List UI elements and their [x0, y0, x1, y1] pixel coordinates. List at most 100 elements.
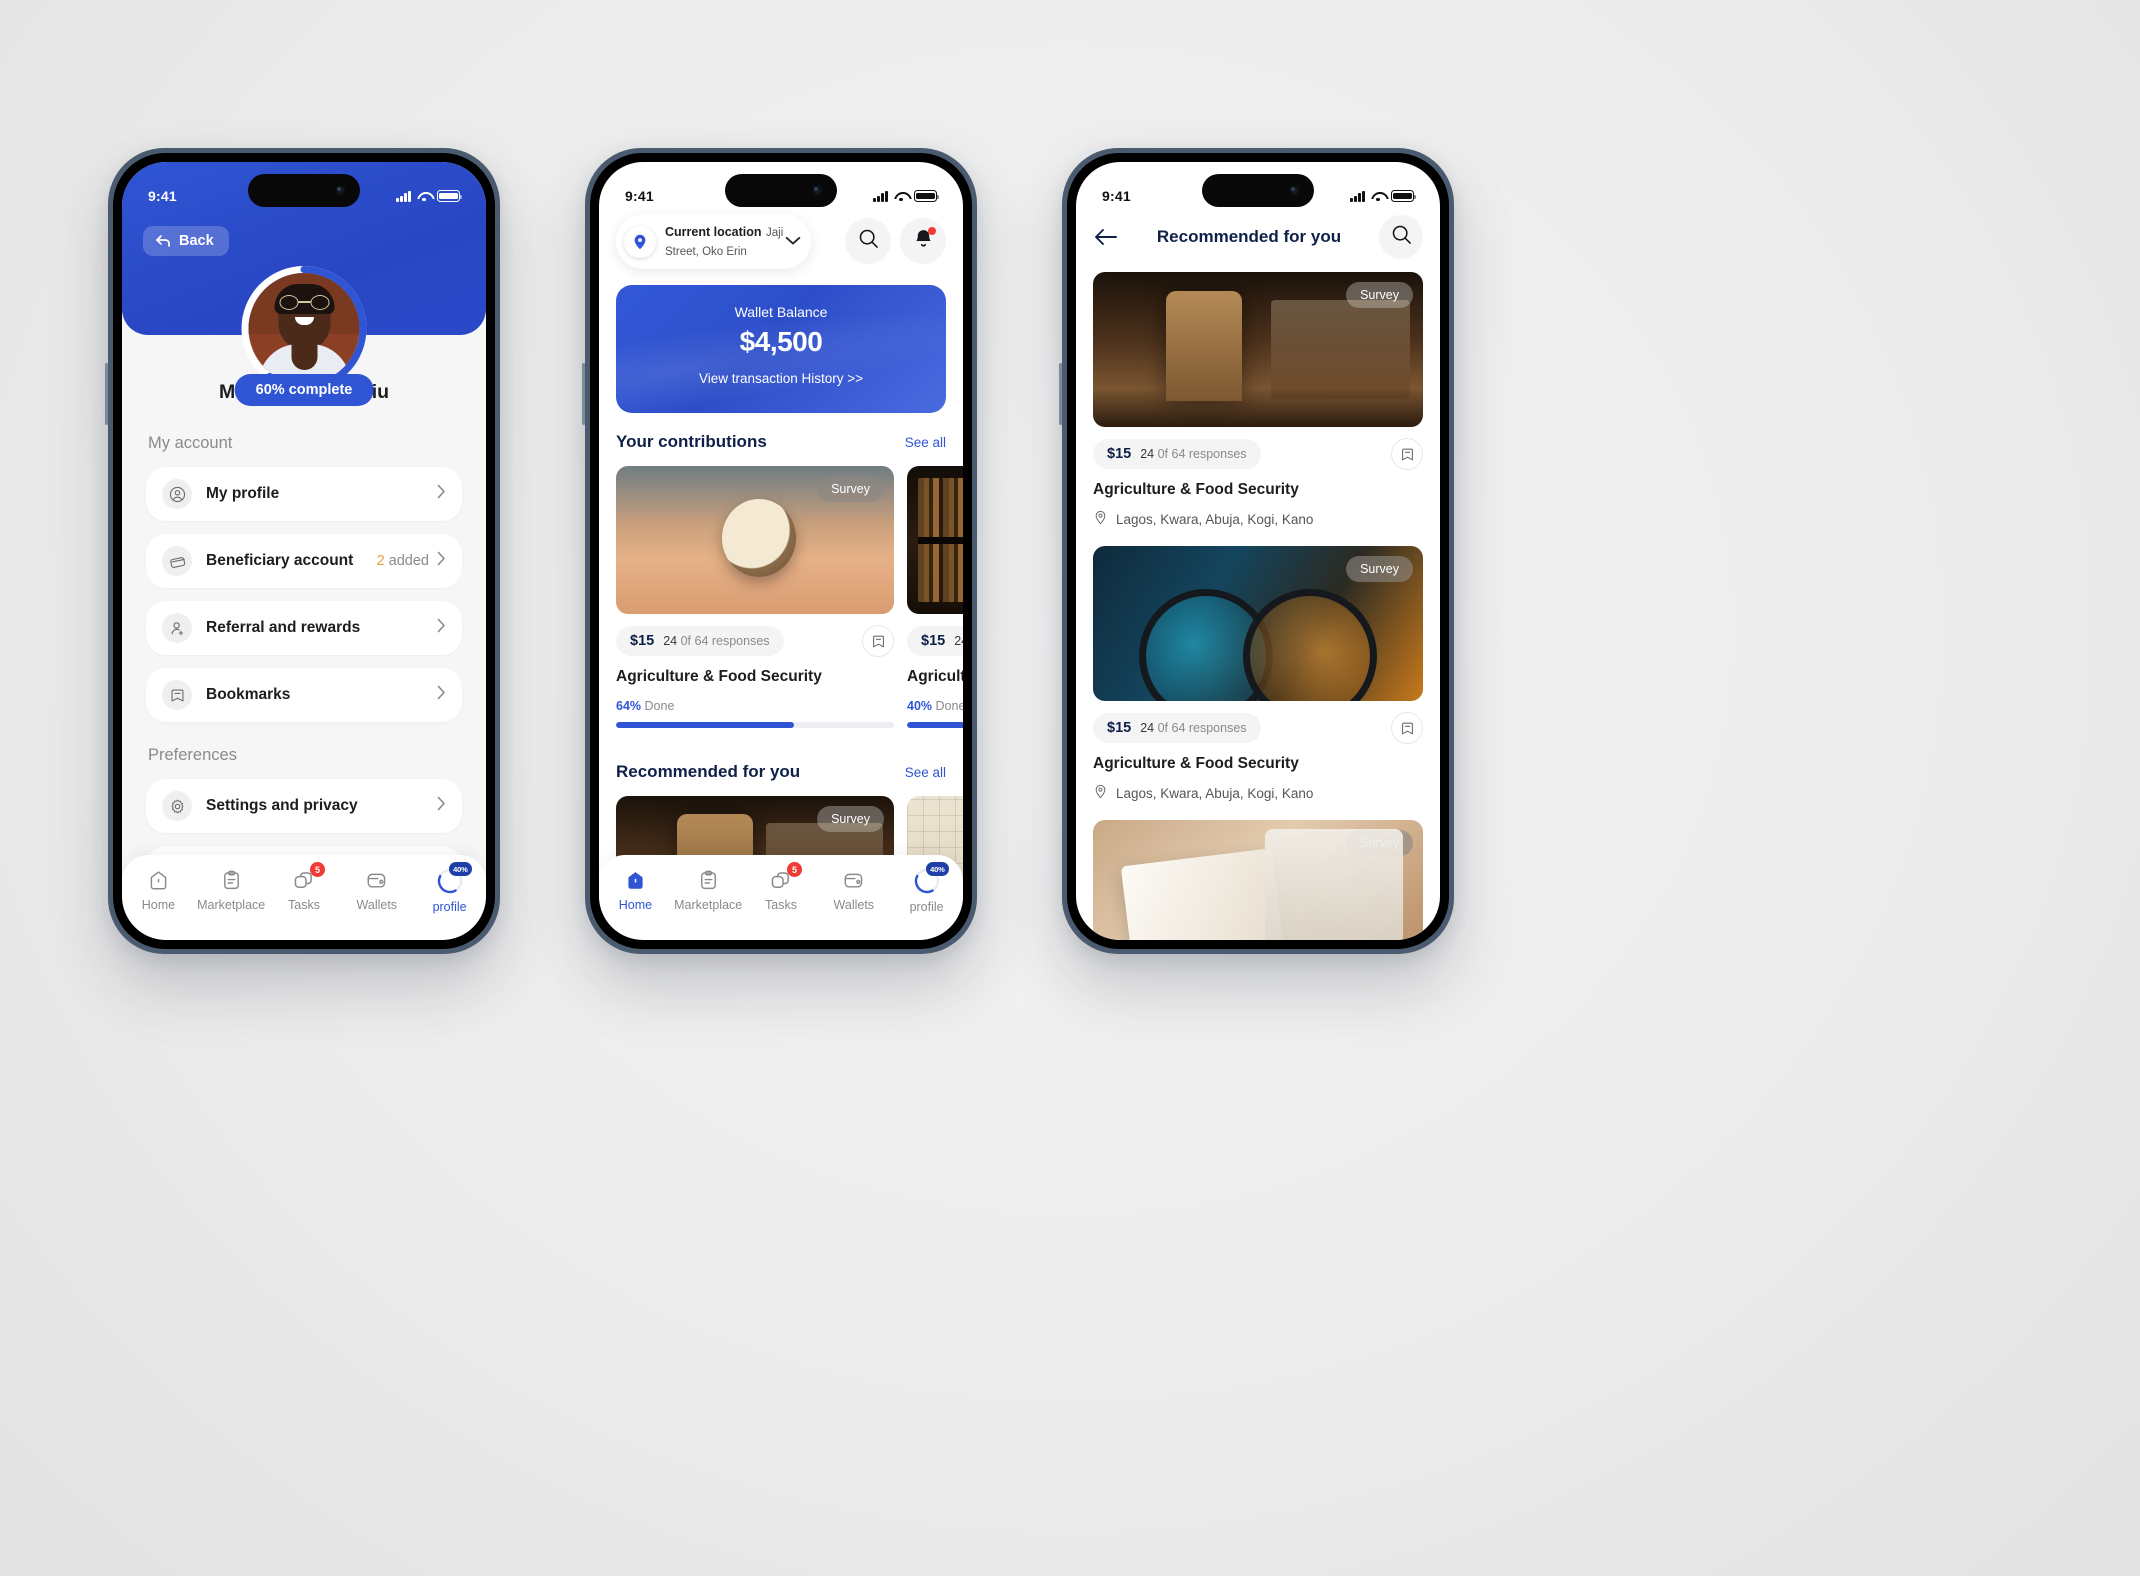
list-item[interactable]: Survey $15 24 0f 64 responses Agricultur…	[1093, 272, 1423, 528]
search-button[interactable]	[845, 218, 891, 264]
tab-profile[interactable]: 40% profile	[890, 862, 963, 914]
search-icon	[858, 228, 879, 254]
status-time: 9:41	[625, 188, 654, 204]
bookmark-button[interactable]	[1391, 438, 1423, 470]
avatar-glasses	[279, 295, 329, 310]
reward-pill: $15 24 0f 64 responses	[616, 626, 784, 656]
search-button[interactable]	[1379, 215, 1423, 259]
tab-wallets[interactable]: Wallets	[340, 868, 413, 912]
phone-bezel: 9:41 Current location Jaji Street, Oko E…	[590, 153, 972, 949]
location-text: Current location Jaji Street, Oko Erin	[665, 223, 785, 259]
progress-done-label: Done	[644, 699, 675, 713]
survey-chip: Survey	[1346, 282, 1413, 308]
see-all-contributions[interactable]: See all	[905, 435, 946, 450]
tab-wallets[interactable]: Wallets	[817, 868, 890, 912]
wifi-icon	[417, 191, 431, 202]
chevron-right-icon	[437, 484, 446, 504]
notifications-button[interactable]	[900, 218, 946, 264]
responses-count: 24 0f 64 responses	[954, 634, 963, 648]
tab-label: Home	[141, 898, 176, 912]
location-selector[interactable]: Current location Jaji Street, Oko Erin	[616, 214, 811, 269]
avatar[interactable]	[241, 265, 368, 392]
contribution-card[interactable]: Survey $15 24 0f 64 responses Agricultur	[616, 466, 894, 728]
tab-tasks[interactable]: 5 Tasks	[745, 862, 818, 912]
tasks-icon: 5	[291, 862, 325, 892]
wallet-amount: $4,500	[739, 326, 823, 357]
responses-number: 24	[1140, 721, 1155, 735]
reward-amount: $15	[630, 633, 655, 649]
tab-label: Marketplace	[197, 898, 266, 912]
sidebar-item-referral-and-rewards[interactable]: Referral and rewards	[146, 601, 462, 655]
recommended-list[interactable]: Survey $15 24 0f 64 responses Agricultur…	[1076, 272, 1440, 940]
tab-home[interactable]: Home	[599, 868, 672, 912]
location-label: Current location	[665, 225, 762, 240]
bookmark-button[interactable]	[862, 625, 894, 657]
responses-number: 24	[1140, 447, 1155, 461]
wallet-balance-card[interactable]: Wallet Balance $4,500 View transaction H…	[616, 285, 946, 413]
page-header: Recommended for you	[1076, 208, 1440, 266]
chevron-right-icon	[437, 618, 446, 638]
list-item[interactable]: Survey $15 24 0f 64 responses Agricultur…	[1093, 546, 1423, 802]
list-item[interactable]: Survey	[1093, 820, 1423, 940]
bookmark-icon	[162, 680, 192, 710]
status-indicators	[873, 190, 940, 202]
status-indicators	[396, 190, 463, 202]
wallet-label: Wallet Balance	[734, 304, 828, 320]
responses-label: 0f 64 responses	[1157, 447, 1247, 461]
tasks-badge: 5	[309, 862, 325, 877]
card-meta: $15 24 0f 64 responses	[616, 625, 894, 657]
tab-home[interactable]: Home	[122, 868, 195, 912]
tab-label: profile	[432, 900, 467, 914]
contributions-carousel[interactable]: Survey $15 24 0f 64 responses Agricultur	[599, 466, 963, 728]
status-indicators	[1350, 190, 1417, 202]
section-title-my-account: My account	[148, 434, 233, 452]
menu-item-label: Beneficiary account	[206, 552, 354, 569]
sidebar-item-settings-and-privacy[interactable]: Settings and privacy	[146, 779, 462, 833]
contribution-card[interactable]: Survey $15 24 0f 64 responses Agricultur	[907, 466, 963, 728]
dynamic-island	[1202, 174, 1314, 207]
chevron-down-icon	[785, 233, 801, 251]
chevron-right-icon	[437, 551, 446, 571]
progress-bar	[616, 722, 894, 728]
bookmark-button[interactable]	[1391, 712, 1423, 744]
tab-label: profile	[909, 900, 944, 914]
profile-progress-badge: 40%	[449, 862, 472, 876]
tab-profile[interactable]: 40% profile	[413, 862, 486, 914]
profile-ring-icon: 40%	[437, 862, 472, 894]
cellular-signal-icon	[873, 190, 888, 202]
phone-mockup-profile: 9:41 Back 60% complete My account My pro…	[105, 148, 500, 954]
beneficiary-count: 2 added	[377, 553, 429, 569]
tab-marketplace[interactable]: Marketplace	[672, 868, 745, 912]
sidebar-item-my-profile[interactable]: My profile	[146, 467, 462, 521]
view-transaction-history-link[interactable]: View transaction History >>	[616, 371, 946, 386]
location-text: Lagos, Kwara, Abuja, Kogi, Kano	[1116, 785, 1314, 801]
card-location: Lagos, Kwara, Abuja, Kogi, Kano	[1093, 510, 1423, 528]
responses-number: 24	[663, 634, 678, 648]
home-icon	[622, 868, 648, 892]
progress-percent: 40%	[907, 699, 933, 713]
progress-bar	[907, 722, 963, 728]
see-all-recommended[interactable]: See all	[905, 765, 946, 780]
section-title-preferences: Preferences	[148, 746, 237, 764]
progress-label: 64% Done	[616, 699, 894, 713]
front-camera-icon	[335, 185, 346, 196]
card-title: Agriculture & Food Security	[1093, 481, 1299, 498]
card-image-clock: Survey	[616, 466, 894, 614]
survey-chip: Survey	[817, 476, 884, 502]
responses-count: 24 0f 64 responses	[1140, 447, 1246, 461]
phone-bezel: 9:41 Back 60% complete My account My pro…	[113, 153, 495, 949]
user-plus-icon	[162, 613, 192, 643]
wifi-icon	[1371, 191, 1385, 202]
status-time: 9:41	[148, 188, 177, 204]
sidebar-item-bookmarks[interactable]: Bookmarks	[146, 668, 462, 722]
tab-tasks[interactable]: 5 Tasks	[268, 862, 341, 912]
tab-marketplace[interactable]: Marketplace	[195, 868, 268, 912]
clipboard-icon	[695, 868, 721, 892]
sidebar-item-beneficiary-account[interactable]: Beneficiary account 2 added	[146, 534, 462, 588]
reward-pill: $15 24 0f 64 responses	[1093, 439, 1261, 469]
card-meta: $15 24 0f 64 responses	[1093, 712, 1423, 744]
card-image-glasses: Survey	[1093, 546, 1423, 701]
back-button[interactable]: Back	[143, 226, 229, 256]
back-button[interactable]	[1093, 224, 1119, 250]
reward-amount: $15	[921, 633, 946, 649]
